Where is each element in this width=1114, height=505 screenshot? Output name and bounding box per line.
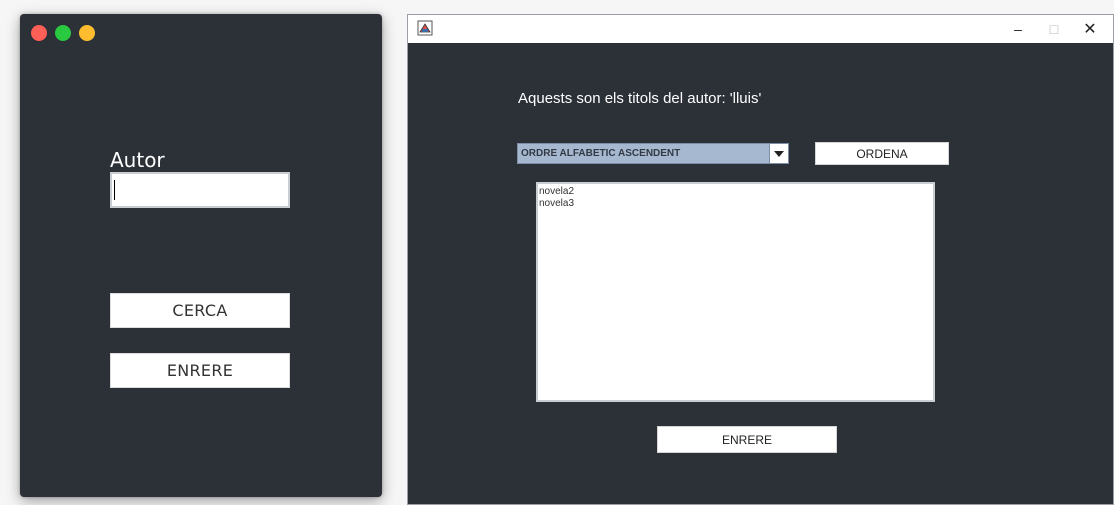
cerca-button[interactable]: CERCA bbox=[110, 293, 290, 328]
maximize-window-button[interactable] bbox=[55, 25, 71, 41]
sort-order-select[interactable]: ORDRE ALFABETIC ASCENDENT bbox=[517, 143, 789, 164]
list-item[interactable]: novela3 bbox=[539, 198, 932, 210]
desktop: Autor CERCA ENRERE – □ ✕ Aquests son els… bbox=[0, 0, 1114, 505]
ordena-button[interactable]: ORDENA bbox=[815, 142, 949, 165]
enrere-button[interactable]: ENRERE bbox=[657, 426, 837, 453]
window-controls bbox=[31, 25, 95, 41]
list-item[interactable]: novela2 bbox=[539, 186, 932, 198]
autor-input[interactable] bbox=[110, 172, 290, 208]
titles-list[interactable]: novela2 novela3 bbox=[536, 182, 935, 402]
minimize-window-button[interactable] bbox=[79, 25, 95, 41]
titles-heading: Aquests son els titols del autor: 'lluis… bbox=[518, 90, 762, 107]
autor-label: Autor bbox=[110, 148, 165, 172]
chevron-down-icon bbox=[774, 150, 784, 157]
sort-order-selected: ORDRE ALFABETIC ASCENDENT bbox=[521, 148, 681, 159]
author-titles-window: – □ ✕ Aquests son els titols del autor: … bbox=[407, 14, 1114, 505]
close-button[interactable]: ✕ bbox=[1073, 15, 1107, 43]
maximize-button[interactable]: □ bbox=[1037, 15, 1071, 43]
dropdown-arrow-button[interactable] bbox=[769, 144, 788, 163]
minimize-button[interactable]: – bbox=[1001, 15, 1035, 43]
java-app-icon bbox=[417, 20, 433, 36]
title-bar: – □ ✕ bbox=[408, 15, 1113, 43]
search-author-window: Autor CERCA ENRERE bbox=[20, 14, 382, 497]
close-window-button[interactable] bbox=[31, 25, 47, 41]
text-cursor bbox=[114, 180, 115, 200]
enrere-button[interactable]: ENRERE bbox=[110, 353, 290, 388]
